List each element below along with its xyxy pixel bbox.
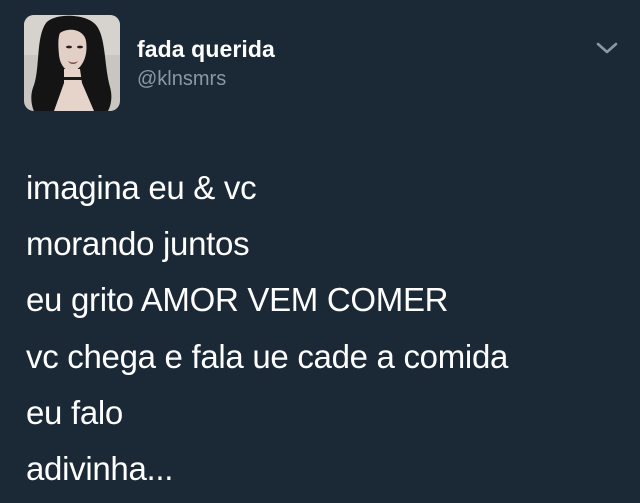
tweet-line: vc chega e fala ue cade a comida bbox=[26, 337, 509, 375]
tweet-line: adivinha... bbox=[26, 450, 174, 488]
tweet-card: fada querida @klnsmrs imagina eu & vc mo… bbox=[0, 0, 640, 503]
tweet-text: imagina eu & vc morando juntos eu grito … bbox=[26, 160, 626, 497]
tweet-header: fada querida @klnsmrs bbox=[24, 15, 620, 115]
tweet-line: eu falo bbox=[26, 393, 123, 431]
chevron-down-icon[interactable] bbox=[594, 37, 620, 57]
tweet-line: imagina eu & vc bbox=[26, 169, 257, 206]
tweet-line: eu grito AMOR VEM COMER bbox=[26, 281, 449, 319]
avatar-photo-icon bbox=[24, 15, 120, 111]
author-avatar[interactable] bbox=[24, 15, 120, 111]
author-display-name[interactable]: fada querida bbox=[137, 35, 275, 63]
author-names: fada querida @klnsmrs bbox=[137, 35, 275, 92]
author-handle[interactable]: @klnsmrs bbox=[137, 66, 275, 92]
tweet-line: morando juntos bbox=[26, 225, 250, 263]
